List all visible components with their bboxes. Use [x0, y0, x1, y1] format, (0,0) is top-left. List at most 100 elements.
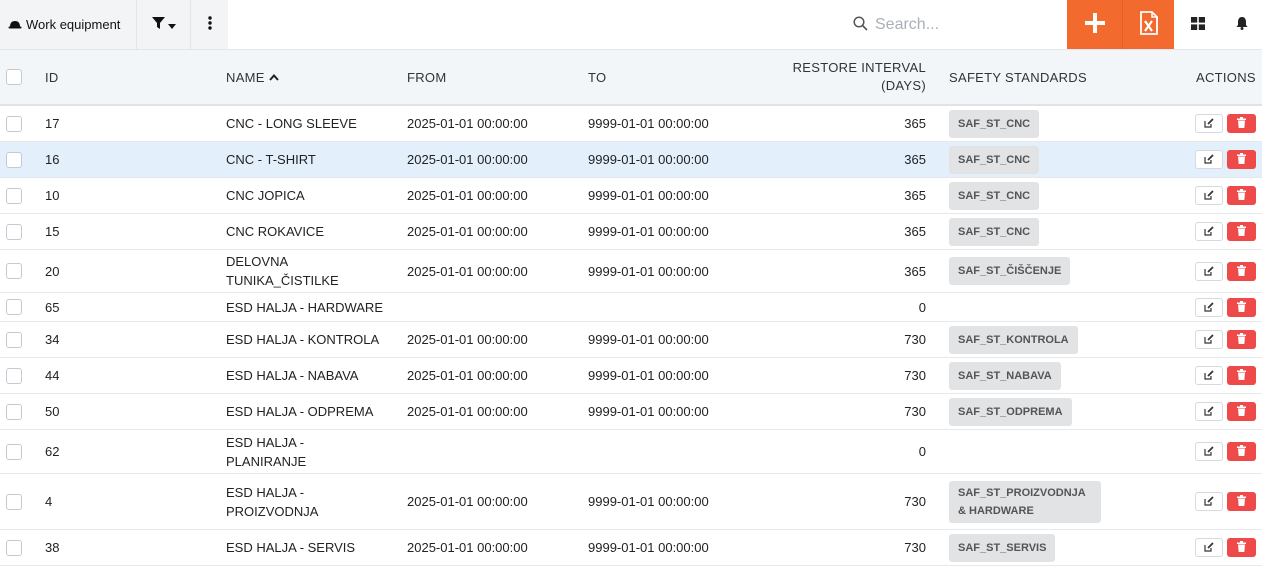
cell-name: DELOVNA TUNIKA_ČISTILKE	[226, 254, 339, 288]
cell-to: 9999-01-01 00:00:00	[588, 332, 709, 347]
cell-restore-interval: 365	[904, 263, 926, 279]
edit-button[interactable]	[1195, 492, 1223, 511]
header-to[interactable]: TO	[588, 50, 606, 104]
row-checkbox[interactable]	[6, 151, 22, 168]
edit-button[interactable]	[1195, 538, 1223, 557]
delete-button[interactable]	[1227, 442, 1256, 461]
table-row[interactable]: 20 DELOVNA TUNIKA_ČISTILKE 2025-01-01 00…	[0, 250, 1262, 293]
delete-button[interactable]	[1227, 114, 1256, 133]
delete-button[interactable]	[1227, 186, 1256, 205]
table-row[interactable]: 38 ESD HALJA - SERVIS 2025-01-01 00:00:0…	[0, 530, 1262, 566]
table-row[interactable]: 10 CNC JOPICA 2025-01-01 00:00:00 9999-0…	[0, 178, 1262, 214]
safety-standard-badge: SAF_ST_CNC	[949, 145, 1040, 174]
cell-from: 2025-01-01 00:00:00	[407, 152, 528, 167]
table-body: 17 CNC - LONG SLEEVE 2025-01-01 00:00:00…	[0, 106, 1262, 566]
edit-button[interactable]	[1195, 222, 1223, 241]
cell-id: 65	[45, 299, 60, 315]
cell-name: ESD HALJA - HARDWARE	[226, 299, 383, 315]
more-options-button[interactable]	[191, 0, 228, 49]
row-checkbox[interactable]	[6, 403, 22, 420]
table-row[interactable]: 4 ESD HALJA - PROIZVODNJA 2025-01-01 00:…	[0, 474, 1262, 530]
row-checkbox[interactable]	[6, 187, 22, 204]
edit-button[interactable]	[1195, 366, 1223, 385]
edit-button[interactable]	[1195, 114, 1223, 133]
filter-button[interactable]	[137, 0, 191, 49]
cell-from: 2025-01-01 00:00:00	[407, 540, 528, 555]
edit-button[interactable]	[1195, 150, 1223, 169]
delete-button[interactable]	[1227, 261, 1256, 281]
edit-button[interactable]	[1195, 330, 1223, 349]
cap-icon	[8, 17, 22, 32]
cell-restore-interval: 730	[904, 332, 926, 347]
grid-view-button[interactable]	[1174, 0, 1222, 49]
row-checkbox[interactable]	[6, 263, 22, 279]
header-from[interactable]: FROM	[407, 50, 446, 104]
plus-icon	[1084, 12, 1106, 37]
row-checkbox[interactable]	[6, 299, 22, 315]
cell-id: 20	[45, 263, 60, 279]
table-row[interactable]: 65 ESD HALJA - HARDWARE 0	[0, 293, 1262, 322]
export-excel-button[interactable]	[1122, 0, 1174, 49]
trash-icon	[1237, 188, 1246, 203]
cell-restore-interval: 365	[904, 224, 926, 239]
edit-button[interactable]	[1195, 402, 1223, 421]
cell-name: CNC JOPICA	[226, 188, 305, 203]
table-row[interactable]: 17 CNC - LONG SLEEVE 2025-01-01 00:00:00…	[0, 106, 1262, 142]
edit-icon	[1204, 540, 1214, 555]
table-row[interactable]: 15 CNC ROKAVICE 2025-01-01 00:00:00 9999…	[0, 214, 1262, 250]
header-safety-standards[interactable]: SAFETY STANDARDS	[949, 50, 1087, 104]
edit-button[interactable]	[1195, 261, 1223, 281]
delete-button[interactable]	[1227, 150, 1256, 169]
edit-button[interactable]	[1195, 442, 1223, 461]
search-input[interactable]	[875, 15, 1055, 34]
header-id[interactable]: ID	[45, 50, 59, 104]
table-row[interactable]: 50 ESD HALJA - ODPREMA 2025-01-01 00:00:…	[0, 394, 1262, 430]
header-restore-interval-line1: RESTORE INTERVAL	[792, 60, 926, 75]
header-restore-interval[interactable]: RESTORE INTERVAL (DAYS)	[760, 50, 926, 104]
cell-name: ESD HALJA - PROIZVODNJA	[226, 484, 319, 519]
delete-button[interactable]	[1227, 297, 1256, 317]
cell-to: 9999-01-01 00:00:00	[588, 116, 709, 131]
table-row[interactable]: 62 ESD HALJA - PLANIRANJE 0	[0, 430, 1262, 474]
cell-restore-interval: 730	[904, 540, 926, 555]
table-row[interactable]: 44 ESD HALJA - NABAVA 2025-01-01 00:00:0…	[0, 358, 1262, 394]
trash-icon	[1237, 224, 1246, 239]
edit-icon	[1204, 152, 1214, 167]
trash-icon	[1237, 540, 1246, 555]
trash-icon	[1237, 152, 1246, 167]
trash-icon	[1237, 368, 1246, 383]
cell-restore-interval: 730	[904, 404, 926, 419]
row-checkbox[interactable]	[6, 331, 22, 348]
table-row[interactable]: 34 ESD HALJA - KONTROLA 2025-01-01 00:00…	[0, 322, 1262, 358]
row-checkbox[interactable]	[6, 443, 22, 460]
table-row[interactable]: 16 CNC - T-SHIRT 2025-01-01 00:00:00 999…	[0, 142, 1262, 178]
delete-button[interactable]	[1227, 492, 1256, 511]
row-checkbox[interactable]	[6, 367, 22, 384]
grid-icon	[1191, 16, 1205, 33]
header-name[interactable]: NAME	[226, 50, 396, 104]
row-checkbox[interactable]	[6, 115, 22, 132]
edit-button[interactable]	[1195, 297, 1223, 317]
trash-icon	[1237, 404, 1246, 419]
cell-restore-interval: 365	[904, 152, 926, 167]
cell-restore-interval: 730	[904, 368, 926, 383]
row-checkbox[interactable]	[6, 539, 22, 556]
delete-button[interactable]	[1227, 402, 1256, 421]
delete-button[interactable]	[1227, 222, 1256, 241]
page-title-menu[interactable]: Work equipment	[0, 0, 137, 49]
add-button[interactable]	[1067, 0, 1122, 49]
safety-standard-badge: SAF_ST_ČIŠČENJE	[949, 257, 1071, 285]
delete-button[interactable]	[1227, 330, 1256, 349]
select-all-checkbox[interactable]	[6, 69, 22, 85]
safety-standard-badge: SAF_ST_ODPREMA	[949, 397, 1072, 426]
row-checkbox[interactable]	[6, 223, 22, 240]
trash-icon	[1237, 300, 1246, 315]
safety-standard-badge: SAF_ST_KONTROLA	[949, 325, 1078, 354]
cell-id: 4	[45, 494, 53, 509]
delete-button[interactable]	[1227, 366, 1256, 385]
cell-name: ESD HALJA - ODPREMA	[226, 404, 374, 419]
row-checkbox[interactable]	[6, 493, 22, 510]
notifications-button[interactable]	[1222, 0, 1262, 49]
edit-button[interactable]	[1195, 186, 1223, 205]
delete-button[interactable]	[1227, 538, 1256, 557]
